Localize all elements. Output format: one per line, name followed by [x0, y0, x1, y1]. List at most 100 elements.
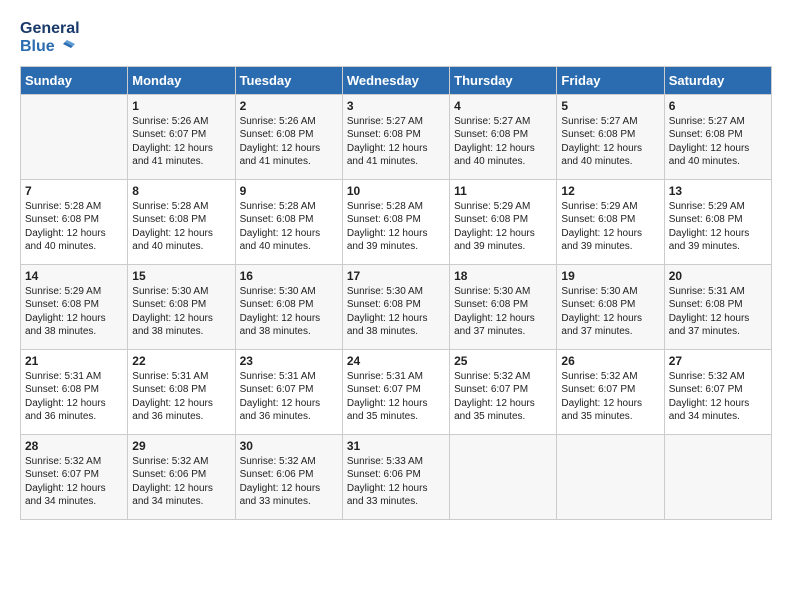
day-number: 10 — [347, 184, 445, 198]
calendar-cell: 20 Sunrise: 5:31 AMSunset: 6:08 PMDayligh… — [664, 264, 771, 349]
calendar-table: SundayMondayTuesdayWednesdayThursdayFrid… — [20, 66, 772, 520]
weekday-header-friday: Friday — [557, 66, 664, 94]
calendar-cell: 23Sunrise: 5:31 AMSunset: 6:07 PMDayligh… — [235, 349, 342, 434]
day-number: 21 — [25, 354, 123, 368]
day-info: Sunrise: 5:30 AMSunset: 6:08 PMDaylight:… — [561, 285, 659, 339]
day-info: Sunrise: 5:32 AMSunset: 6:06 PMDaylight:… — [240, 455, 338, 509]
day-number: 25 — [454, 354, 552, 368]
calendar-cell — [21, 94, 128, 179]
day-number: 13 — [669, 184, 767, 198]
day-number: 5 — [561, 99, 659, 113]
page-header: General Blue — [20, 20, 772, 56]
day-info: Sunrise: 5:29 AMSunset: 6:08 PMDaylight:… — [669, 200, 767, 254]
day-number: 30 — [240, 439, 338, 453]
calendar-cell: 1 Sunrise: 5:26 AMSunset: 6:07 PMDaylight… — [128, 94, 235, 179]
day-number: 12 — [561, 184, 659, 198]
weekday-header-tuesday: Tuesday — [235, 66, 342, 94]
calendar-cell: 14 Sunrise: 5:29 AMSunset: 6:08 PMDayligh… — [21, 264, 128, 349]
day-info: Sunrise: 5:26 AMSunset: 6:08 PMDaylight:… — [240, 115, 338, 169]
calendar-cell: 3Sunrise: 5:27 AMSunset: 6:08 PMDaylight… — [342, 94, 449, 179]
calendar-cell: 9 Sunrise: 5:28 AMSunset: 6:08 PMDaylight… — [235, 179, 342, 264]
day-number: 2 — [240, 99, 338, 113]
day-number: 11 — [454, 184, 552, 198]
day-info: Sunrise: 5:31 AMSunset: 6:08 PMDaylight:… — [132, 370, 230, 424]
calendar-cell: 13 Sunrise: 5:29 AMSunset: 6:08 PMDayligh… — [664, 179, 771, 264]
calendar-cell: 24 Sunrise: 5:31 AMSunset: 6:07 PMDayligh… — [342, 349, 449, 434]
day-info: Sunrise: 5:31 AMSunset: 6:08 PMDaylight:… — [669, 285, 767, 339]
calendar-cell — [557, 434, 664, 519]
weekday-header-row: SundayMondayTuesdayWednesdayThursdayFrid… — [21, 66, 772, 94]
calendar-week-row: 7 Sunrise: 5:28 AMSunset: 6:08 PMDaylight… — [21, 179, 772, 264]
day-number: 15 — [132, 269, 230, 283]
logo: General Blue — [20, 20, 80, 56]
calendar-cell — [664, 434, 771, 519]
calendar-cell: 21 Sunrise: 5:31 AMSunset: 6:08 PMDayligh… — [21, 349, 128, 434]
weekday-header-sunday: Sunday — [21, 66, 128, 94]
day-info: Sunrise: 5:30 AMSunset: 6:08 PMDaylight:… — [454, 285, 552, 339]
day-number: 7 — [25, 184, 123, 198]
calendar-cell: 8Sunrise: 5:28 AMSunset: 6:08 PMDaylight… — [128, 179, 235, 264]
calendar-cell: 2 Sunrise: 5:26 AMSunset: 6:08 PMDaylight… — [235, 94, 342, 179]
calendar-cell: 22 Sunrise: 5:31 AMSunset: 6:08 PMDayligh… — [128, 349, 235, 434]
calendar-week-row: 21 Sunrise: 5:31 AMSunset: 6:08 PMDayligh… — [21, 349, 772, 434]
logo: General Blue — [20, 20, 80, 56]
calendar-cell — [450, 434, 557, 519]
day-info: Sunrise: 5:27 AMSunset: 6:08 PMDaylight:… — [561, 115, 659, 169]
day-info: Sunrise: 5:31 AMSunset: 6:07 PMDaylight:… — [347, 370, 445, 424]
day-info: Sunrise: 5:32 AMSunset: 6:06 PMDaylight:… — [132, 455, 230, 509]
weekday-header-saturday: Saturday — [664, 66, 771, 94]
day-info: Sunrise: 5:26 AMSunset: 6:07 PMDaylight:… — [132, 115, 230, 169]
logo-bird-icon — [57, 38, 75, 56]
day-number: 31 — [347, 439, 445, 453]
calendar-cell: 6 Sunrise: 5:27 AMSunset: 6:08 PMDaylight… — [664, 94, 771, 179]
day-number: 22 — [132, 354, 230, 368]
calendar-cell: 4Sunrise: 5:27 AMSunset: 6:08 PMDaylight… — [450, 94, 557, 179]
calendar-cell: 10 Sunrise: 5:28 AMSunset: 6:08 PMDayligh… — [342, 179, 449, 264]
day-info: Sunrise: 5:30 AMSunset: 6:08 PMDaylight:… — [240, 285, 338, 339]
day-number: 6 — [669, 99, 767, 113]
day-number: 3 — [347, 99, 445, 113]
calendar-cell: 26Sunrise: 5:32 AMSunset: 6:07 PMDayligh… — [557, 349, 664, 434]
day-number: 26 — [561, 354, 659, 368]
calendar-cell: 27Sunrise: 5:32 AMSunset: 6:07 PMDayligh… — [664, 349, 771, 434]
calendar-cell: 7Sunrise: 5:28 AMSunset: 6:08 PMDaylight… — [21, 179, 128, 264]
day-number: 20 — [669, 269, 767, 283]
calendar-cell: 28Sunrise: 5:32 AMSunset: 6:07 PMDayligh… — [21, 434, 128, 519]
day-number: 16 — [240, 269, 338, 283]
logo-text-blue: Blue — [20, 38, 55, 56]
day-number: 29 — [132, 439, 230, 453]
calendar-cell: 18Sunrise: 5:30 AMSunset: 6:08 PMDayligh… — [450, 264, 557, 349]
day-info: Sunrise: 5:27 AMSunset: 6:08 PMDaylight:… — [454, 115, 552, 169]
day-info: Sunrise: 5:30 AMSunset: 6:08 PMDaylight:… — [132, 285, 230, 339]
calendar-week-row: 28Sunrise: 5:32 AMSunset: 6:07 PMDayligh… — [21, 434, 772, 519]
day-info: Sunrise: 5:27 AMSunset: 6:08 PMDaylight:… — [669, 115, 767, 169]
day-number: 24 — [347, 354, 445, 368]
day-info: Sunrise: 5:31 AMSunset: 6:08 PMDaylight:… — [25, 370, 123, 424]
calendar-cell: 19 Sunrise: 5:30 AMSunset: 6:08 PMDayligh… — [557, 264, 664, 349]
calendar-cell: 17Sunrise: 5:30 AMSunset: 6:08 PMDayligh… — [342, 264, 449, 349]
calendar-cell: 29 Sunrise: 5:32 AMSunset: 6:06 PMDayligh… — [128, 434, 235, 519]
day-number: 1 — [132, 99, 230, 113]
calendar-cell: 16 Sunrise: 5:30 AMSunset: 6:08 PMDayligh… — [235, 264, 342, 349]
weekday-header-thursday: Thursday — [450, 66, 557, 94]
day-info: Sunrise: 5:31 AMSunset: 6:07 PMDaylight:… — [240, 370, 338, 424]
day-info: Sunrise: 5:28 AMSunset: 6:08 PMDaylight:… — [132, 200, 230, 254]
day-info: Sunrise: 5:29 AMSunset: 6:08 PMDaylight:… — [561, 200, 659, 254]
calendar-cell: 15 Sunrise: 5:30 AMSunset: 6:08 PMDayligh… — [128, 264, 235, 349]
calendar-cell: 31Sunrise: 5:33 AMSunset: 6:06 PMDayligh… — [342, 434, 449, 519]
day-number: 19 — [561, 269, 659, 283]
calendar-cell: 12 Sunrise: 5:29 AMSunset: 6:08 PMDayligh… — [557, 179, 664, 264]
day-info: Sunrise: 5:28 AMSunset: 6:08 PMDaylight:… — [347, 200, 445, 254]
day-info: Sunrise: 5:30 AMSunset: 6:08 PMDaylight:… — [347, 285, 445, 339]
calendar-cell: 5 Sunrise: 5:27 AMSunset: 6:08 PMDaylight… — [557, 94, 664, 179]
calendar-week-row: 14 Sunrise: 5:29 AMSunset: 6:08 PMDayligh… — [21, 264, 772, 349]
day-info: Sunrise: 5:29 AMSunset: 6:08 PMDaylight:… — [25, 285, 123, 339]
day-info: Sunrise: 5:28 AMSunset: 6:08 PMDaylight:… — [240, 200, 338, 254]
day-number: 28 — [25, 439, 123, 453]
calendar-cell: 11Sunrise: 5:29 AMSunset: 6:08 PMDayligh… — [450, 179, 557, 264]
weekday-header-wednesday: Wednesday — [342, 66, 449, 94]
day-info: Sunrise: 5:32 AMSunset: 6:07 PMDaylight:… — [669, 370, 767, 424]
day-number: 14 — [25, 269, 123, 283]
day-number: 9 — [240, 184, 338, 198]
calendar-week-row: 1 Sunrise: 5:26 AMSunset: 6:07 PMDaylight… — [21, 94, 772, 179]
